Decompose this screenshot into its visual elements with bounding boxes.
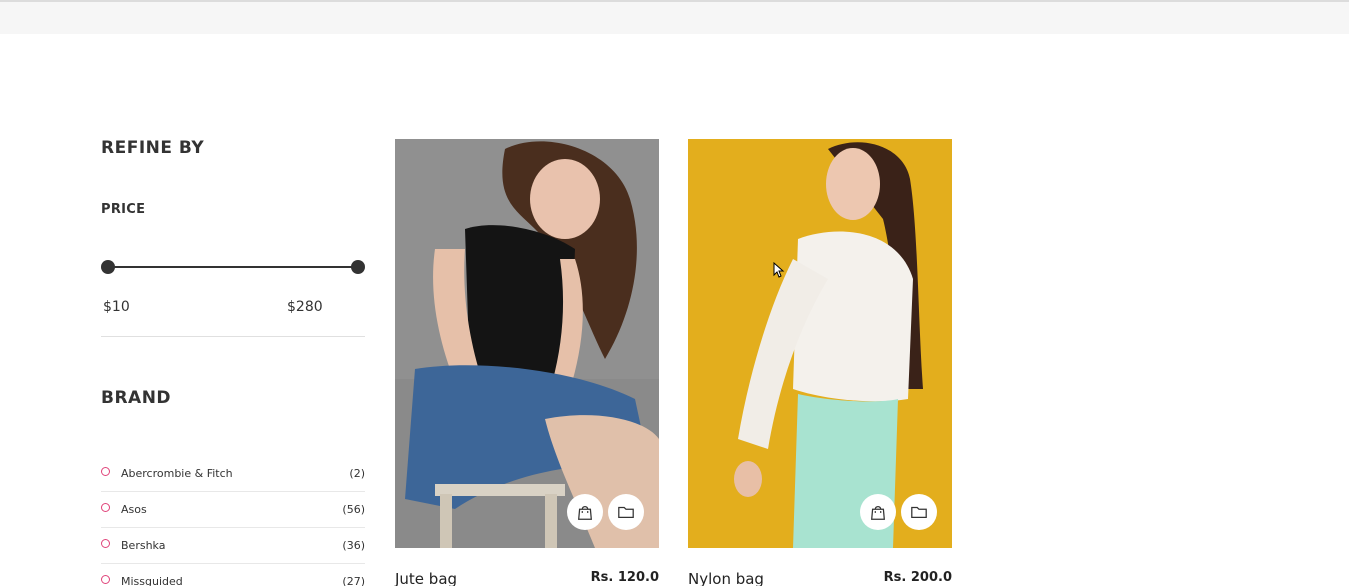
radio-circle-icon[interactable]	[101, 503, 110, 512]
brand-count: (27)	[342, 575, 365, 586]
top-bar	[0, 0, 1349, 34]
product-price: Rs. 200.0	[883, 570, 952, 585]
brand-item-asos[interactable]: Asos (56)	[101, 492, 365, 528]
product-image[interactable]	[395, 139, 659, 548]
price-min-label: $10	[103, 299, 130, 315]
slider-track[interactable]	[108, 266, 358, 268]
brand-list: Abercrombie & Fitch (2) Asos (56) Bershk…	[101, 456, 365, 586]
brand-count: (56)	[342, 503, 365, 516]
compare-button[interactable]	[608, 494, 644, 530]
product-image[interactable]	[688, 139, 952, 548]
radio-circle-icon[interactable]	[101, 467, 110, 476]
filter-sidebar: REFINE BY PRICE $10 $280 BRAND Abercromb…	[101, 138, 365, 586]
brand-item-bershka[interactable]: Bershka (36)	[101, 528, 365, 564]
brand-name[interactable]: Missguided	[121, 575, 183, 586]
product-card[interactable]: Jute bag Rs. 120.0	[395, 139, 659, 586]
product-photo-placeholder	[688, 139, 952, 548]
add-to-cart-button[interactable]	[567, 494, 603, 530]
mouse-pointer-icon	[773, 262, 785, 278]
product-name[interactable]: Nylon bag	[688, 570, 764, 586]
shopping-bag-icon	[578, 505, 592, 520]
compare-button[interactable]	[901, 494, 937, 530]
product-card[interactable]: Nylon bag Rs. 200.0	[688, 139, 952, 586]
divider	[101, 336, 365, 337]
brand-name[interactable]: Abercrombie & Fitch	[121, 467, 233, 480]
product-price: Rs. 120.0	[590, 570, 659, 585]
folder-icon	[618, 506, 634, 519]
shopping-bag-icon	[871, 505, 885, 520]
slider-min-handle[interactable]	[101, 260, 115, 274]
refine-by-heading: REFINE BY	[101, 138, 205, 158]
brand-count: (36)	[342, 539, 365, 552]
brand-heading: BRAND	[101, 388, 172, 408]
product-photo-placeholder	[395, 139, 659, 548]
price-max-label: $280	[287, 299, 323, 315]
brand-name[interactable]: Asos	[121, 503, 147, 516]
price-range-slider[interactable]	[101, 260, 365, 274]
price-heading: PRICE	[101, 202, 146, 217]
add-to-cart-button[interactable]	[860, 494, 896, 530]
folder-icon	[911, 506, 927, 519]
brand-count: (2)	[349, 467, 365, 480]
radio-circle-icon[interactable]	[101, 539, 110, 548]
slider-max-handle[interactable]	[351, 260, 365, 274]
product-name[interactable]: Jute bag	[395, 570, 457, 586]
brand-item-abercrombie[interactable]: Abercrombie & Fitch (2)	[101, 456, 365, 492]
brand-item-missguided[interactable]: Missguided (27)	[101, 564, 365, 586]
brand-name[interactable]: Bershka	[121, 539, 165, 552]
radio-circle-icon[interactable]	[101, 575, 110, 584]
